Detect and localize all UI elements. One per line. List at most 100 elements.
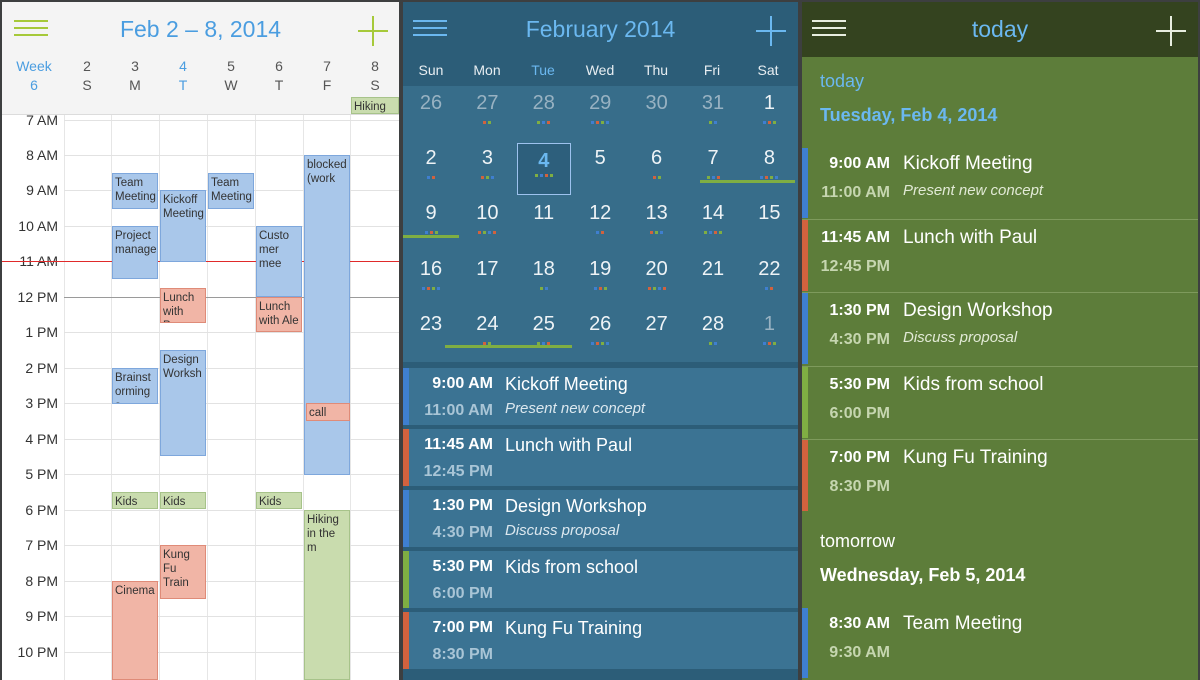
- event-customer-meeting-thu[interactable]: Custo mer mee: [256, 226, 302, 297]
- calendar-day[interactable]: 7: [685, 141, 741, 196]
- day-header-sat[interactable]: 8S: [351, 57, 399, 95]
- calendar-day[interactable]: 20: [629, 252, 685, 307]
- event-color-strip: [802, 440, 808, 511]
- event-kids-school-thu[interactable]: Kids fron: [256, 492, 302, 509]
- calendar-day[interactable]: 16: [403, 252, 459, 307]
- day-header-thu[interactable]: 6T: [255, 57, 303, 95]
- calendar-day[interactable]: 5: [572, 141, 628, 196]
- calendar-day[interactable]: 1: [741, 86, 797, 141]
- event-name: Kung Fu Training: [903, 447, 1048, 468]
- list-item[interactable]: 9:00 AM 11:00 AM Kickoff Meeting Present…: [403, 368, 798, 426]
- calendar-day[interactable]: 14: [685, 196, 741, 251]
- list-item[interactable]: 9:00 AM 11:00 AM Kickoff Meeting Present…: [802, 146, 1198, 218]
- calendar-day-selected[interactable]: 4: [516, 143, 571, 196]
- day-header-sun[interactable]: 2S: [63, 57, 111, 95]
- calendar-day-number: 1: [763, 92, 775, 114]
- event-kids-school-mon[interactable]: Kids fron: [112, 492, 158, 509]
- event-name: Kids from school: [903, 374, 1044, 395]
- weekday-label: Tue: [531, 62, 555, 78]
- list-item[interactable]: 11:45 AM 12:45 PM Lunch with Paul: [403, 429, 798, 487]
- day-header-mon[interactable]: 3M: [111, 57, 159, 95]
- calendar-day[interactable]: 6: [629, 141, 685, 196]
- add-event-icon[interactable]: [756, 16, 786, 46]
- agenda-title[interactable]: today: [802, 16, 1198, 43]
- hour-label: 6 PM: [25, 502, 58, 518]
- calendar-day-number: 22: [758, 257, 781, 280]
- calendar-day[interactable]: 22: [741, 252, 797, 307]
- calendar-day-number: 2: [425, 147, 437, 170]
- calendar-day[interactable]: 26: [572, 307, 628, 362]
- calendar-day[interactable]: 12: [572, 196, 628, 251]
- event-project-manage-mon[interactable]: Project manage: [112, 226, 158, 279]
- calendar-day[interactable]: 28: [516, 86, 572, 141]
- calendar-day[interactable]: 3: [459, 141, 515, 196]
- event-dots: [516, 286, 572, 290]
- event-call-john-fri[interactable]: call Joh: [306, 403, 350, 421]
- week-number-value: 6: [30, 77, 38, 93]
- event-lunch-alex-thu[interactable]: Lunch with Ale: [256, 297, 302, 332]
- event-design-workshop-tue[interactable]: Design Worksh: [160, 350, 206, 456]
- calendar-day[interactable]: 21: [685, 252, 741, 307]
- list-item[interactable]: 11:45 AM 12:45 PM Lunch with Paul: [802, 219, 1198, 291]
- event-end-time: 4:30 PM: [432, 524, 493, 541]
- day-header-tue[interactable]: 4T: [159, 57, 207, 95]
- list-item[interactable]: 1:30 PM 4:30 PM Design Workshop Discuss …: [403, 490, 798, 548]
- calendar-day[interactable]: 27: [459, 86, 515, 141]
- month-title[interactable]: February 2014: [403, 16, 798, 43]
- add-event-icon[interactable]: [358, 16, 388, 46]
- event-blocked-fri[interactable]: blocked (work: [304, 155, 350, 475]
- event-team-meeting-wed[interactable]: Team Meeting: [208, 173, 254, 209]
- calendar-day[interactable]: 13: [629, 196, 685, 251]
- event-hiking-fri[interactable]: Hiking in the m: [304, 510, 350, 680]
- calendar-day[interactable]: 24: [459, 307, 515, 362]
- list-item[interactable]: 5:30 PM 6:00 PM Kids from school: [802, 366, 1198, 438]
- event-kung-fu-tue[interactable]: Kung Fu Train: [160, 545, 206, 599]
- calendar-day[interactable]: 28: [685, 307, 741, 362]
- event-color-strip: [802, 148, 808, 218]
- calendar-day[interactable]: 1: [741, 307, 797, 362]
- day-header-wed[interactable]: 5W: [207, 57, 255, 95]
- calendar-day[interactable]: 11: [516, 196, 572, 251]
- calendar-day[interactable]: 8: [741, 141, 797, 196]
- calendar-day[interactable]: 31: [685, 86, 741, 141]
- list-item[interactable]: 7:00 PM 8:30 PM Kung Fu Training: [403, 612, 798, 670]
- calendar-day-number: 1: [763, 312, 775, 335]
- week-title[interactable]: Feb 2 – 8, 2014: [2, 16, 399, 43]
- event-kickoff-meeting-tue[interactable]: Kickoff Meeting: [160, 190, 206, 262]
- event-brainstorming-mon[interactable]: Brainst orming s: [112, 368, 158, 404]
- calendar-day[interactable]: 26: [403, 86, 459, 141]
- event-dots: [629, 176, 685, 180]
- calendar-day[interactable]: 10: [459, 196, 515, 251]
- calendar-day[interactable]: 29: [572, 86, 628, 141]
- calendar-day[interactable]: 23: [403, 307, 459, 362]
- list-item[interactable]: 8:30 AM 9:30 AM Team Meeting: [802, 606, 1198, 678]
- calendar-day[interactable]: 30: [629, 86, 685, 141]
- event-lunch-paul-tue[interactable]: Lunch with Pau: [160, 288, 206, 323]
- calendar-day-number: 6: [651, 147, 663, 170]
- event-team-meeting-mon[interactable]: Team Meeting: [112, 173, 158, 209]
- list-item[interactable]: 1:30 PM 4:30 PM Design Workshop Discuss …: [802, 292, 1198, 364]
- add-event-icon[interactable]: [1156, 16, 1186, 46]
- calendar-day[interactable]: 18: [516, 252, 572, 307]
- week-view-panel: Feb 2 – 8, 2014 Week 6 2S 3M 4T 5W 6T 7F…: [2, 2, 399, 680]
- event-kids-school-tue[interactable]: Kids fron: [160, 492, 206, 509]
- calendar-day[interactable]: 15: [741, 196, 797, 251]
- calendar-day[interactable]: 27: [629, 307, 685, 362]
- hour-label: 5 PM: [25, 466, 58, 482]
- calendar-day[interactable]: 17: [459, 252, 515, 307]
- calendar-day-number: 11: [533, 202, 555, 225]
- event-cinema-mon[interactable]: Cinema: [112, 581, 158, 680]
- event-hiking-sat[interactable]: Hiking in: [351, 97, 399, 114]
- calendar-day-number: 27: [645, 312, 668, 335]
- month-grid[interactable]: 26 27 28 29 30 31 1 2 3 4 5 6 7 8 9 10 11 12 13 14 15 16 17 18 1…: [403, 86, 798, 362]
- calendar-day[interactable]: 19: [572, 252, 628, 307]
- list-item[interactable]: 5:30 PM 6:00 PM Kids from school: [403, 551, 798, 609]
- list-item[interactable]: 7:00 PM 8:30 PM Kung Fu Training: [802, 439, 1198, 511]
- week-hour-grid[interactable]: 7 AM 8 AM 9 AM 10 AM 11 AM 12 PM 1 PM 2 …: [2, 97, 399, 680]
- calendar-day[interactable]: 9: [403, 196, 459, 251]
- day-header-fri[interactable]: 7F: [303, 57, 351, 95]
- event-start-time: 8:30 AM: [829, 615, 890, 632]
- month-view-panel: February 2014 Sun Mon Tue Wed Thu Fri Sa…: [403, 2, 798, 680]
- calendar-day[interactable]: 2: [403, 141, 459, 196]
- calendar-day[interactable]: 25: [516, 307, 572, 362]
